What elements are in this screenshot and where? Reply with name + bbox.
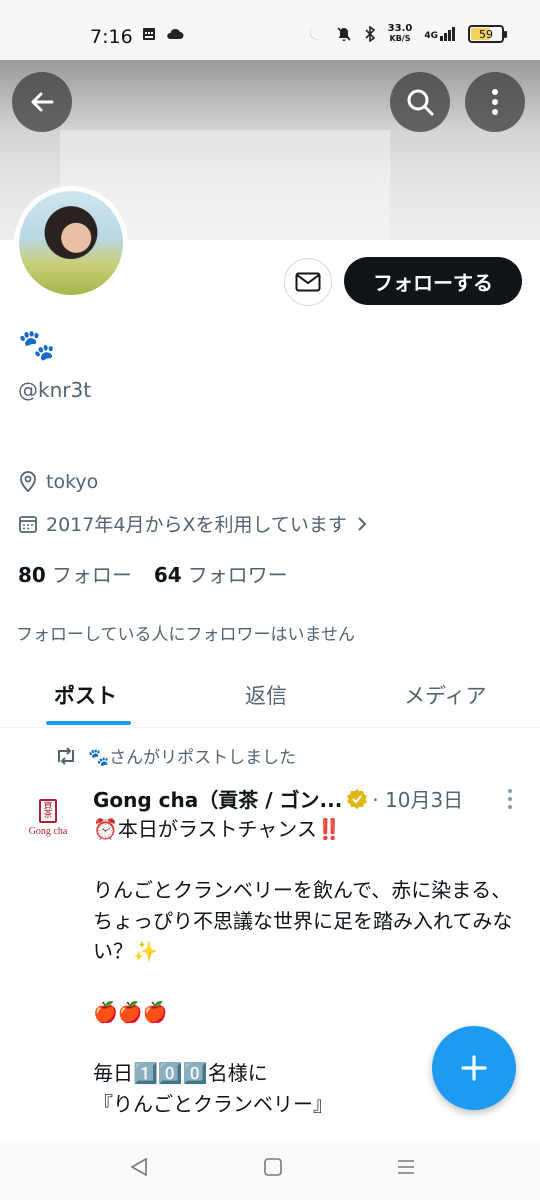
post-line [93,845,533,876]
profile-tabs: ポスト 返信 メディア [0,668,540,728]
active-tab-indicator [46,721,131,725]
message-button[interactable] [284,258,332,306]
system-nav-bar [0,1140,540,1200]
post-header: Gong cha（貢茶 / ゴン... · 10月3日 [93,784,463,813]
nav-back-icon[interactable] [128,1156,150,1178]
profile-location: tokyo [18,471,98,493]
sim-icon [143,28,155,40]
gongcha-logo: 貢茶 [39,799,57,823]
post-more-icon[interactable] [506,788,514,810]
network-speed: 33.0 KB/S [387,23,413,44]
search-icon [407,89,434,116]
bell-off-icon [337,27,351,41]
nav-recents-icon[interactable] [395,1156,417,1178]
moon-icon [310,28,322,40]
status-time: 7:16 [90,26,133,48]
chevron-right-icon [358,516,367,531]
followers-count[interactable]: 64 フォロワー [154,559,288,588]
repost-indicator: 🐾さんがリポストしました [54,743,296,768]
follow-button[interactable]: フォローする [344,257,522,305]
post-line: 🍎🍎🍎 [93,1000,168,1024]
plus-icon [461,1055,487,1081]
post-author-avatar[interactable]: 貢茶 Gong cha [18,788,78,848]
tab-posts[interactable]: ポスト [54,680,117,710]
profile-avatar[interactable] [14,186,128,300]
repost-icon [58,746,74,765]
more-vertical-icon [492,89,498,115]
following-count[interactable]: 80 フォロー [18,559,132,588]
display-name: 🐾 [18,328,55,363]
mail-icon [295,272,321,292]
gongcha-logo-text: Gong cha [28,826,68,837]
profile-joined[interactable]: 2017年4月からXを利用しています [18,510,369,537]
post-line: ちょっぴり不思議な世界に足を踏み入れてみない？✨ [93,908,513,964]
search-button[interactable] [390,72,450,132]
compose-button[interactable] [432,1026,516,1110]
post-line: ⏰本日がラストチャンス‼️ [93,817,342,841]
bluetooth-icon [365,26,375,42]
post-date[interactable]: · 10月3日 [372,784,463,813]
tab-media[interactable]: メディア [404,680,487,710]
follow-counts: 80 フォロー 64 フォロワー [18,559,288,588]
post-line [93,967,533,998]
avatar-image [19,191,123,295]
user-handle: @knr3t [18,378,92,402]
no-mutual-followers-text: フォローしている人にフォロワーはいません [16,625,355,645]
post-line: りんごとクランベリーを飲んで、赤に染まる、 [93,878,512,902]
arrow-left-icon [31,92,54,112]
cloud-icon [167,28,184,39]
back-button[interactable] [12,72,72,132]
calendar-icon [19,515,37,533]
signal-icon: 4G [424,27,456,41]
verified-badge-icon [347,788,368,809]
tab-replies[interactable]: 返信 [245,680,287,710]
nav-home-icon[interactable] [262,1156,284,1178]
more-button[interactable] [465,72,525,132]
status-bar: 7:16 33.0 KB/S 4G 59 [0,0,540,60]
location-pin-icon [20,471,36,493]
post-author-name[interactable]: Gong cha（貢茶 / ゴン... [93,784,342,813]
battery-icon: 59 [468,25,507,43]
